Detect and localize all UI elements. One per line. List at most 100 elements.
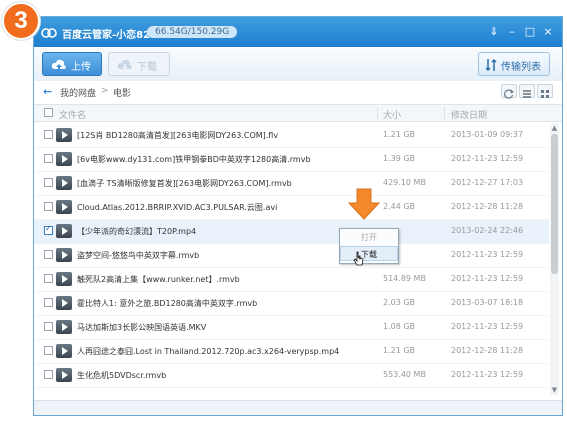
- file-row[interactable]: 盗梦空间-悠悠鸟中英双字幕.rmvb 2012-11-23 12:59: [34, 244, 549, 268]
- minimize-button[interactable]: –: [503, 23, 521, 40]
- file-checkbox[interactable]: [44, 298, 53, 307]
- cloud-logo-icon: [41, 28, 57, 38]
- file-name[interactable]: 触死队2高清上集【www.runker.net】.rmvb: [77, 274, 240, 285]
- file-name[interactable]: 霍比特人1: 意外之旅.BD1280高清中英双字.rmvb: [77, 298, 257, 309]
- file-size: 1.08 GB: [383, 322, 416, 331]
- file-checkbox[interactable]: [44, 370, 53, 379]
- video-file-icon: [56, 320, 72, 334]
- file-size: 553.40 MB: [383, 370, 426, 379]
- file-name[interactable]: 盗梦空间-悠悠鸟中英双字幕.rmvb: [77, 250, 199, 261]
- file-checkbox[interactable]: [44, 346, 53, 355]
- transfer-arrows-icon: [485, 58, 497, 72]
- status-bar: [34, 400, 562, 415]
- video-file-icon: [56, 272, 72, 286]
- file-modified-date: 2012-12-27 17:03: [451, 178, 524, 187]
- scroll-down-arrow-icon[interactable]: ▼: [550, 385, 559, 395]
- video-file-icon: [56, 296, 72, 310]
- file-row[interactable]: Cloud.Atlas.2012.BRRIP.XVID.AC3.PULSAR.云…: [34, 196, 549, 220]
- file-size: 429.10 MB: [383, 178, 426, 187]
- file-modified-date: 2013-01-09 09:37: [451, 130, 524, 139]
- transfer-list-label: 传输列表: [501, 62, 541, 73]
- file-checkbox[interactable]: [44, 274, 53, 283]
- download-button[interactable]: 下载: [108, 52, 170, 76]
- file-row[interactable]: 触死队2高清上集【www.runker.net】.rmvb 514.89 MB 20…: [34, 268, 549, 292]
- file-list-header: 文件名 大小 修改日期: [34, 104, 562, 122]
- window-title: 百度云管家-小恋828: [62, 30, 158, 41]
- file-row[interactable]: 马达加斯加3长影公映国语英语.MKV 1.08 GB 2012-11-23 12:5…: [34, 316, 549, 340]
- file-size: 514.89 MB: [383, 274, 426, 283]
- title-bar[interactable]: 百度云管家-小恋828 66.54G/150.29G ⇓ – □ ×: [34, 17, 562, 47]
- select-all-checkbox[interactable]: [44, 108, 53, 117]
- file-name[interactable]: Cloud.Atlas.2012.BRRIP.XVID.AC3.PULSAR.云…: [77, 202, 277, 213]
- breadcrumb-separator: >: [101, 86, 109, 96]
- file-list: [12S肖 BD1280高清首发][263电影网DY263.COM].flv 1.…: [34, 124, 549, 388]
- file-modified-date: 2012-12-28 11:28: [451, 346, 524, 355]
- context-menu-download[interactable]: 下载: [340, 246, 398, 261]
- video-file-icon: [56, 368, 72, 382]
- column-header-size[interactable]: 大小: [383, 108, 401, 121]
- file-row[interactable]: [6v电影www.dy131.com]铁甲钢拳BD中英双字1280高清.rmvb…: [34, 148, 549, 172]
- maximize-button[interactable]: □: [521, 23, 539, 40]
- video-file-icon: [56, 128, 72, 142]
- file-name[interactable]: [12S肖 BD1280高清首发][263电影网DY263.COM].flv: [77, 130, 278, 141]
- column-divider: [444, 107, 445, 119]
- column-header-name[interactable]: 文件名: [59, 108, 86, 121]
- file-row[interactable]: 人再囧途之泰囧.Lost in Thailand.2012.720p.ac3.x…: [34, 340, 549, 364]
- file-size: 2.03 GB: [383, 298, 416, 307]
- file-modified-date: 2012-11-23 12:59: [451, 154, 524, 163]
- video-file-icon: [56, 344, 72, 358]
- file-checkbox[interactable]: [44, 154, 53, 163]
- file-modified-date: 2012-11-23 12:59: [451, 322, 524, 331]
- file-row[interactable]: 【少年派的奇幻漂流】T20P.mp4 2013-02-24 22:46: [34, 220, 549, 244]
- download-label: 下载: [137, 62, 157, 73]
- upload-label: 上传: [71, 62, 91, 73]
- breadcrumb-my-drive[interactable]: 我的网盘: [60, 86, 96, 99]
- toolbar: 上传 下载 传输列表: [34, 47, 562, 82]
- file-name[interactable]: 人再囧途之泰囧.Lost in Thailand.2012.720p.ac3.x…: [77, 346, 339, 357]
- file-checkbox[interactable]: [44, 322, 53, 331]
- video-file-icon: [56, 200, 72, 214]
- file-checkbox[interactable]: [44, 224, 53, 235]
- file-modified-date: 2012-11-23 12:59: [451, 250, 524, 259]
- context-menu: 打开 下载: [339, 228, 399, 264]
- column-header-date[interactable]: 修改日期: [451, 108, 487, 121]
- file-name[interactable]: 生化危机5DVDscr.rmvb: [77, 370, 166, 381]
- file-checkbox[interactable]: [44, 178, 53, 187]
- video-file-icon: [56, 176, 72, 190]
- file-size: 2.44 GB: [383, 202, 416, 211]
- menu-icon[interactable]: ⇓: [485, 23, 503, 40]
- file-row[interactable]: 生化危机5DVDscr.rmvb 553.40 MB 2012-11-23 12:5…: [34, 364, 549, 388]
- file-name[interactable]: [6v电影www.dy131.com]铁甲钢拳BD中英双字1280高清.rmvb: [77, 154, 311, 165]
- scroll-up-arrow-icon[interactable]: ▲: [550, 123, 559, 133]
- cloud-upload-icon: [51, 59, 66, 70]
- file-name[interactable]: [血滴子 TS清晰版修复首发][263电影网DY263.COM].rmvb: [77, 178, 292, 189]
- mouse-cursor-icon: [353, 251, 364, 266]
- file-size: 1.21 GB: [383, 130, 416, 139]
- file-modified-date: 2013-03-07 18:18: [451, 298, 524, 307]
- back-arrow-icon[interactable]: ←: [43, 85, 52, 98]
- transfer-list-button[interactable]: 传输列表: [478, 52, 550, 76]
- file-checkbox[interactable]: [44, 202, 53, 211]
- file-row[interactable]: [血滴子 TS清晰版修复首发][263电影网DY263.COM].rmvb 429…: [34, 172, 549, 196]
- video-file-icon: [56, 152, 72, 166]
- step-number-badge: 3: [2, 2, 40, 40]
- scrollbar-thumb[interactable]: [551, 134, 558, 274]
- grid-view-icon[interactable]: [537, 84, 553, 98]
- hint-down-arrow-icon: [347, 188, 381, 220]
- file-name[interactable]: 【少年派的奇幻漂流】T20P.mp4: [77, 226, 196, 237]
- close-button[interactable]: ×: [539, 23, 557, 40]
- file-checkbox[interactable]: [44, 250, 53, 259]
- list-view-icon[interactable]: [519, 84, 535, 98]
- context-menu-open: 打开: [361, 233, 377, 242]
- vertical-scrollbar[interactable]: ▲ ▼: [550, 123, 559, 395]
- file-checkbox[interactable]: [44, 130, 53, 139]
- file-name[interactable]: 马达加斯加3长影公映国语英语.MKV: [77, 322, 206, 333]
- file-row[interactable]: [12S肖 BD1280高清首发][263电影网DY263.COM].flv 1.…: [34, 124, 549, 148]
- storage-quota: 66.54G/150.29G: [147, 26, 238, 38]
- video-file-icon: [56, 248, 72, 262]
- upload-button[interactable]: 上传: [42, 52, 102, 76]
- refresh-icon[interactable]: [501, 84, 517, 99]
- file-modified-date: 2013-02-24 22:46: [451, 226, 524, 235]
- file-size: 1.39 GB: [383, 154, 416, 163]
- file-row[interactable]: 霍比特人1: 意外之旅.BD1280高清中英双字.rmvb 2.03 GB 2013…: [34, 292, 549, 316]
